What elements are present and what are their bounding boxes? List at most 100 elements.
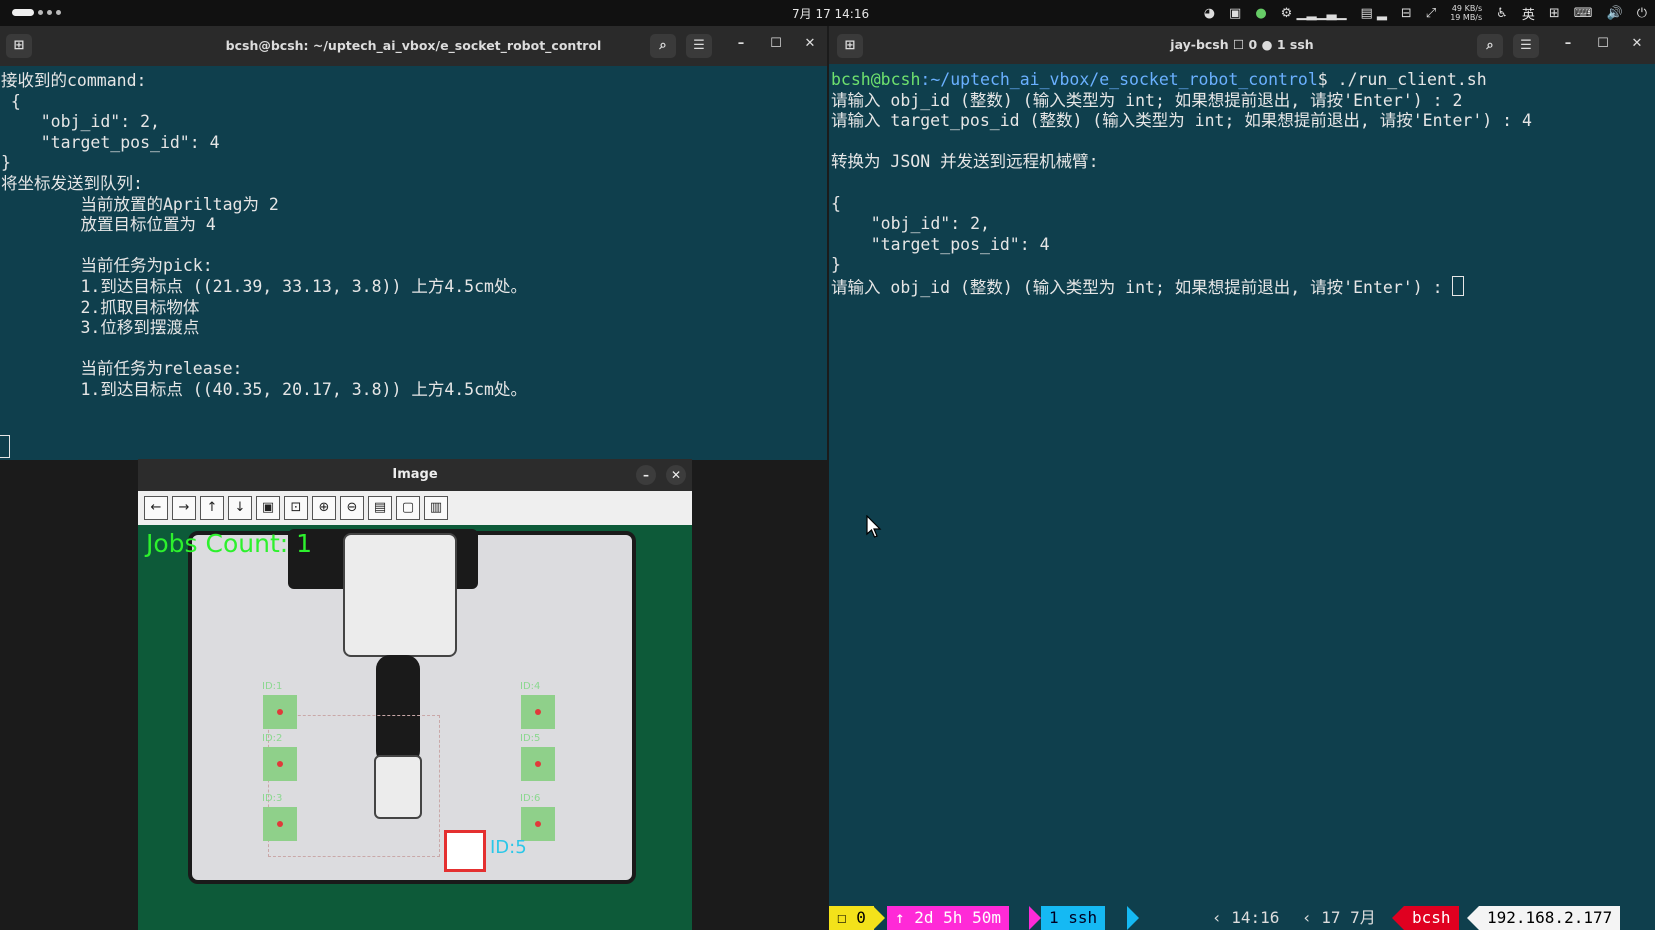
apriltag-marker [444,830,486,872]
minimize-icon[interactable]: – [636,465,656,485]
mouse-pointer-icon [866,515,882,538]
right-terminal-window[interactable]: ⊞ jay-bcsh ☐ 0 ● 1 ssh ⌕ ☰ – ☐ ✕ bcsh@bc… [829,26,1655,930]
status-ip: 192.168.2.177 [1479,906,1621,930]
status-session[interactable]: 1 ssh [1041,906,1106,930]
keyboard-icon[interactable]: ⌨ [1574,6,1593,21]
slot-label: ID:3 [262,793,283,804]
workspace-dot[interactable] [56,10,61,15]
pan-up-icon[interactable]: ↑ [200,496,224,520]
screen-icon[interactable]: ⤢ [1426,6,1436,21]
zoom-out-icon[interactable]: ⊖ [340,496,364,520]
image-viewer-toolbar: ← → ↑ ↓ ▣ ⊡ ⊕ ⊖ ▤ ▢ ▥ [138,491,692,525]
workspace-active[interactable] [12,9,34,16]
slot-label: ID:6 [520,793,541,804]
tmux-status-bar: ☐ 0 ↑ 2d 5h 50m 1 ssh ‹ 14:16 ‹ 17 7月 bc… [829,906,1655,930]
status-icon[interactable]: ● [1255,6,1266,21]
status-arrow [1127,906,1139,930]
terminal-line: 1.到达目标点 ((21.39, 33.13, 3.8)) 上方4.5cm处。 [1,276,527,296]
disk-icon[interactable]: ⊟ [1401,6,1412,21]
system-tray: ◕ ▣ ● ⚙ ▁▂▁▃▁ ▤ ▂ ⊟ ⤢ 49 KB/s 19 MB/s ♿ 英… [1204,2,1647,24]
accessibility-icon[interactable]: ♿ [1496,6,1508,21]
properties-icon[interactable]: ▥ [424,496,448,520]
right-terminal-titlebar[interactable]: ⊞ jay-bcsh ☐ 0 ● 1 ssh ⌕ ☰ – ☐ ✕ [829,26,1655,64]
zoom-fit-icon[interactable]: ▣ [256,496,280,520]
maximize-icon[interactable]: ☐ [767,36,785,51]
left-terminal-cursor [0,435,10,458]
clock[interactable]: 7月 17 14:16 [792,5,869,22]
app-icon[interactable]: ▣ [1229,6,1241,21]
volume-icon[interactable]: 🔊 [1607,6,1623,21]
image-viewer-titlebar[interactable]: Image – ✕ [138,459,692,491]
workspace-indicator[interactable] [12,9,61,16]
terminal-line: 将坐标发送到队列: [1,173,143,193]
status-date: ‹ 17 7月 [1302,908,1376,927]
workspace-dot[interactable] [47,10,52,15]
terminal-cursor [1452,275,1465,296]
terminal-line: 2.抓取目标物体 [1,297,200,317]
slot-label: ID:4 [520,681,541,692]
search-icon[interactable]: ⌕ [1477,34,1503,58]
pan-down-icon[interactable]: ↓ [228,496,252,520]
input-line[interactable]: 请输入 obj_id (整数) (输入类型为 int; 如果想提前退出, 请按'… [831,275,1655,297]
prompt-line: bcsh@bcsh:~/uptech_ai_vbox/e_socket_robo… [831,70,1655,91]
slot-label: ID:2 [262,733,283,744]
terminal-line: "obj_id": 2, [831,214,990,234]
workspace-dot[interactable] [38,10,43,15]
net-up: 49 KB/s [1451,4,1483,13]
image-viewer-title: Image [392,467,438,482]
close-icon[interactable]: ✕ [666,465,686,485]
close-icon[interactable]: ✕ [801,36,819,51]
apriltag-id-label: ID:5 [490,837,527,858]
slot-marker [521,807,555,841]
left-terminal-output[interactable]: 接收到的command: { "obj_id": 2, "target_pos_… [0,66,827,460]
status-date-value: 17 7月 [1321,908,1376,927]
system-top-bar: 7月 17 14:16 ◕ ▣ ● ⚙ ▁▂▁▃▁ ▤ ▂ ⊟ ⤢ 49 KB/… [0,0,1655,26]
status-time: ‹ 14:16 [1212,908,1280,927]
image-viewer-window[interactable]: Image – ✕ ← → ↑ ↓ ▣ ⊡ ⊕ ⊖ ▤ ▢ ▥ ID:1 ID:… [138,459,692,930]
slot-marker [521,695,555,729]
terminal-line: 请输入 target_pos_id (整数) (输入类型为 int; 如果想提前… [831,111,1532,131]
pan-left-icon[interactable]: ← [144,496,168,520]
power-icon[interactable]: ⏻ [1637,6,1647,21]
minimize-icon[interactable]: – [732,36,750,51]
menu-icon[interactable]: ☰ [1513,34,1539,58]
terminal-line: 当前任务为release: [1,359,243,379]
status-arrow [1392,906,1404,930]
status-arrow [873,906,885,930]
terminal-line: 转换为 JSON 并发送到远程机械臂: [831,152,1099,172]
terminal-line: } [1,153,11,173]
status-arrow [1029,906,1041,930]
left-terminal-titlebar[interactable]: ⊞ bcsh@bcsh: ~/uptech_ai_vbox/e_socket_r… [0,26,827,66]
right-terminal-output[interactable]: bcsh@bcsh:~/uptech_ai_vbox/e_socket_robo… [829,64,1655,906]
slot-marker [263,807,297,841]
save-icon[interactable]: ▤ [368,496,392,520]
network-icon[interactable]: ⊞ [1549,6,1560,21]
menu-icon[interactable]: ☰ [686,34,712,58]
status-window[interactable]: ☐ 0 [829,906,874,930]
status-uptime: ↑ 2d 5h 50m [887,906,1009,930]
left-terminal-window[interactable]: ⊞ bcsh@bcsh: ~/uptech_ai_vbox/e_socket_r… [0,26,827,460]
zoom-original-icon[interactable]: ⊡ [284,496,308,520]
chrome-icon[interactable]: ◕ [1204,6,1215,21]
memory-icon[interactable]: ▤ ▂ [1360,6,1386,21]
status-arrow [1467,906,1479,930]
slot-label: ID:5 [520,733,541,744]
camera-image: ID:1 ID:4 ID:2 ID:5 ID:3 ID:6 ID:5 Jobs … [138,525,692,930]
status-host: bcsh [1404,906,1459,930]
input-method[interactable]: 英 [1522,4,1535,23]
terminal-line: 放置目标位置为 4 [1,215,216,235]
close-icon[interactable]: ✕ [1628,36,1646,51]
terminal-line: 接收到的command: [1,71,147,90]
jobs-count-label: Jobs Count: 1 [146,529,313,558]
copy-icon[interactable]: ▢ [396,496,420,520]
search-icon[interactable]: ⌕ [650,34,676,58]
minimize-icon[interactable]: – [1559,36,1577,51]
terminal-line: "target_pos_id": 4 [831,234,1050,254]
cpu-monitor-icon[interactable]: ⚙ ▁▂▁▃▁ [1281,6,1347,21]
net-down: 19 MB/s [1450,13,1483,22]
prompt-command: $ ./run_client.sh [1317,70,1487,89]
zoom-in-icon[interactable]: ⊕ [312,496,336,520]
pan-right-icon[interactable]: → [172,496,196,520]
maximize-icon[interactable]: ☐ [1594,36,1612,51]
